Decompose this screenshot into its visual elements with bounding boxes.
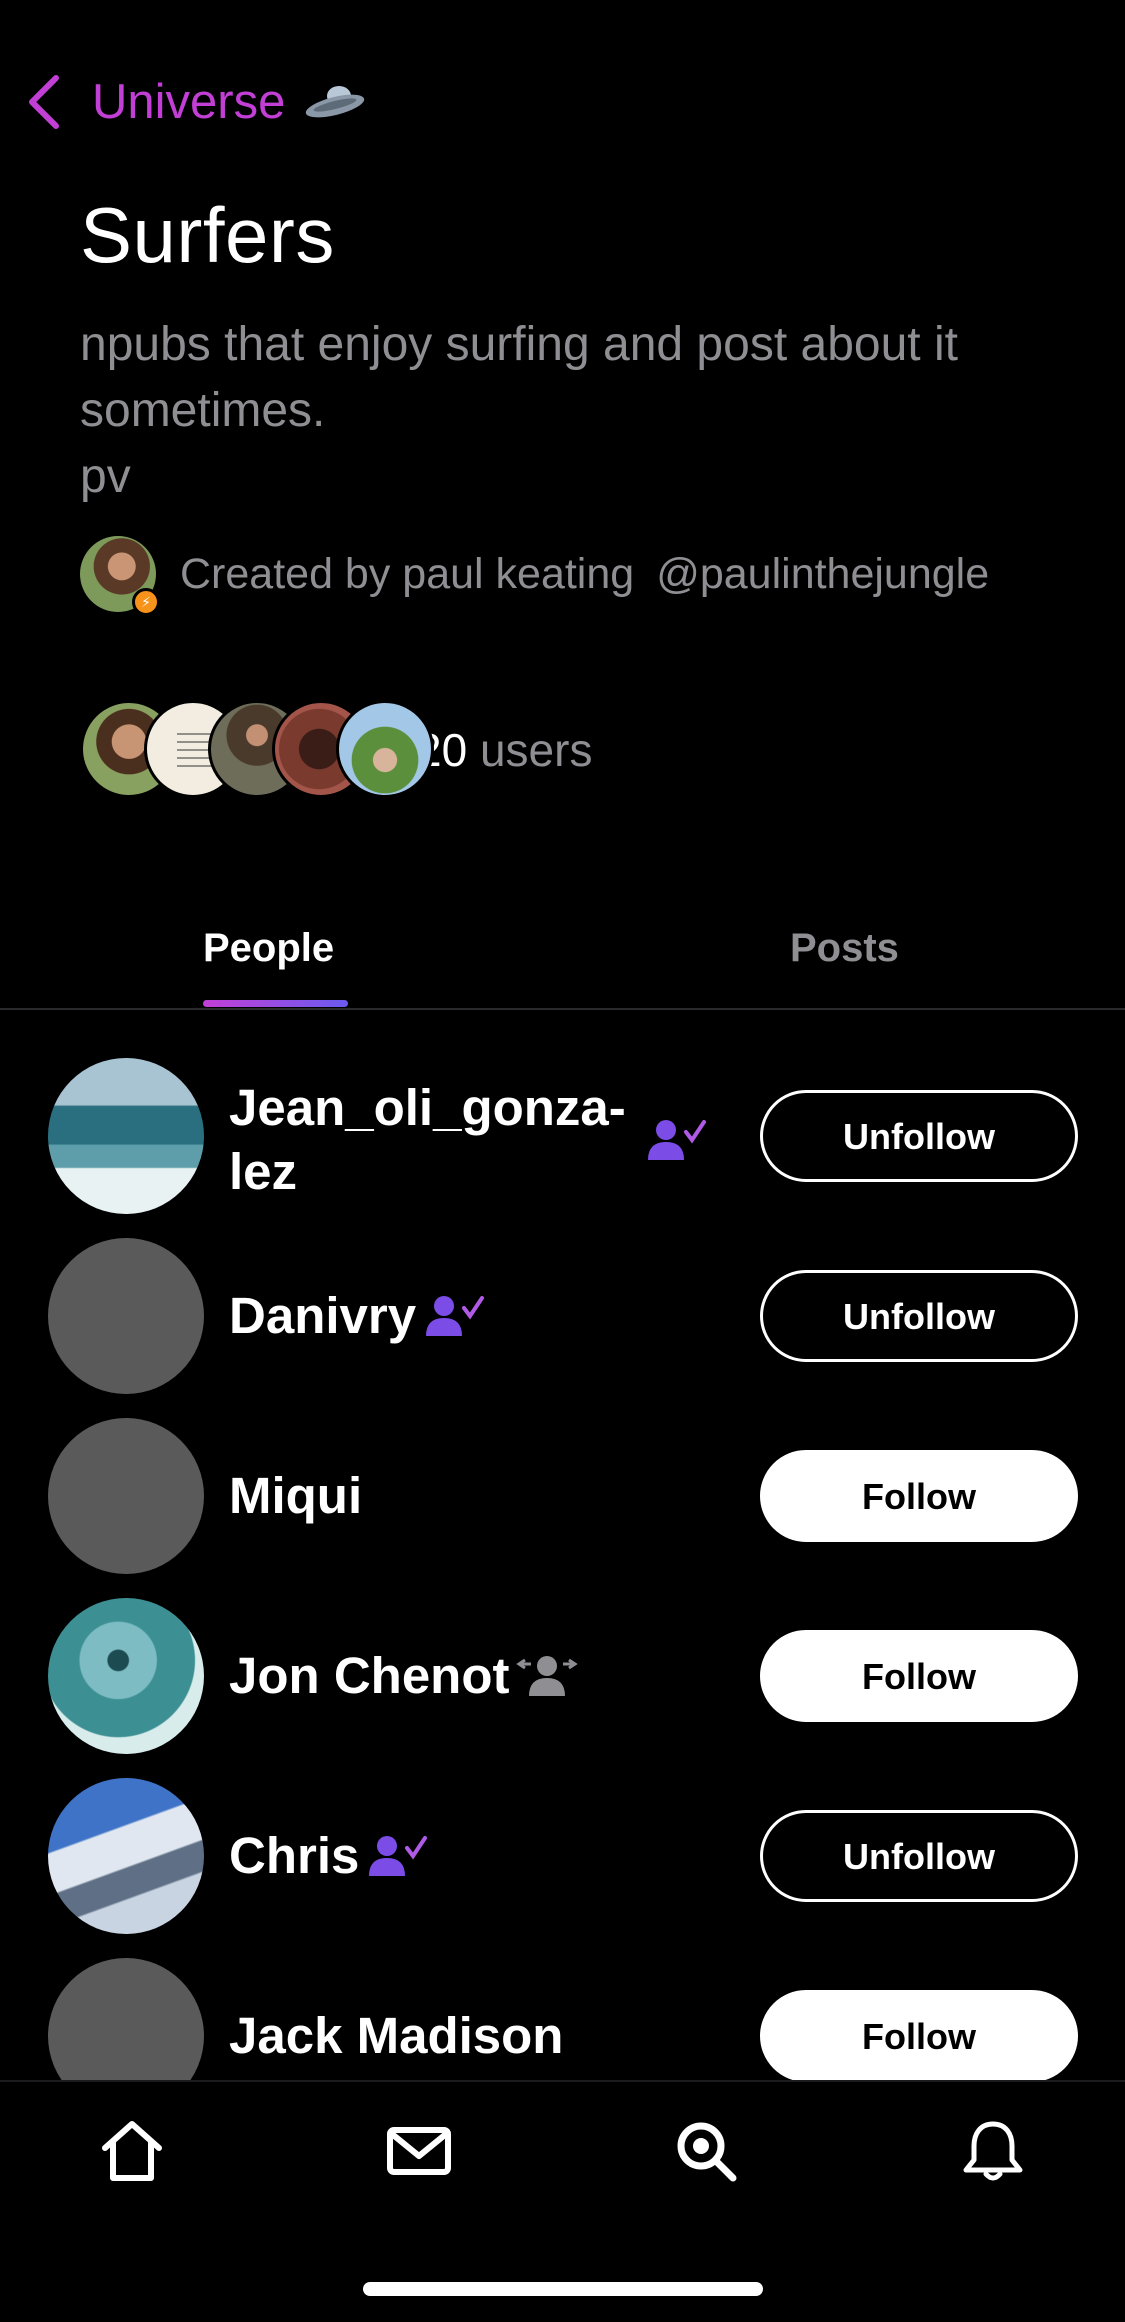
home-indicator[interactable]: [363, 2282, 763, 2296]
back-button[interactable]: Universe: [24, 72, 367, 132]
list-description: npubs that enjoy surfing and post about …: [80, 318, 958, 503]
tab-bar: People Posts: [0, 900, 1125, 1010]
list-item[interactable]: Chris Unfollow: [0, 1778, 1125, 1938]
members-summary[interactable]: 20 users: [80, 700, 592, 800]
user-name: Chris: [229, 1824, 429, 1888]
follow-button[interactable]: Follow: [760, 1990, 1078, 2080]
unfollow-button[interactable]: Unfollow: [760, 1810, 1078, 1902]
user-name-text: Miqui: [229, 1467, 363, 1524]
user-name: Jon Chenot: [229, 1644, 579, 1708]
avatar[interactable]: [48, 1778, 204, 1934]
user-name-text: Danivry: [229, 1287, 417, 1344]
avatar[interactable]: [48, 1958, 204, 2080]
avatar[interactable]: [48, 1598, 204, 1754]
user-name: Miqui: [229, 1464, 362, 1528]
user-name: Jean_oli_gonza- lez: [229, 1076, 626, 1204]
following-check-icon: [369, 1836, 428, 1876]
created-by-text: Created by paul keating: [180, 549, 635, 598]
avatar: [336, 700, 434, 798]
unfollow-button[interactable]: Unfollow: [760, 1270, 1078, 1362]
avatar[interactable]: [48, 1418, 204, 1574]
tab-people[interactable]: People: [203, 926, 334, 971]
list-title: Surfers: [80, 191, 335, 279]
avatar[interactable]: [48, 1238, 204, 1394]
flying-saucer-icon: [306, 86, 365, 118]
bell-icon[interactable]: [958, 2116, 1028, 2186]
user-name: Danivry: [229, 1284, 486, 1348]
list-item[interactable]: Miqui Follow: [0, 1418, 1125, 1578]
users-count-label: users: [479, 724, 593, 776]
list-item[interactable]: Jean_oli_gonza- lez Unfollow: [0, 1058, 1125, 1218]
search-icon[interactable]: [671, 2116, 741, 2186]
following-check-icon: [648, 1120, 706, 1160]
tab-posts[interactable]: Posts: [790, 926, 899, 971]
back-label: Universe: [92, 75, 286, 129]
follow-button[interactable]: Follow: [760, 1630, 1078, 1722]
list-item[interactable]: Jon Chenot Follow: [0, 1598, 1125, 1758]
home-icon[interactable]: [97, 2116, 167, 2186]
mail-icon[interactable]: [384, 2116, 454, 2186]
creator-info[interactable]: ⚡ Created by paul keating @paulinthejung…: [80, 536, 989, 616]
user-name: Jack Madison: [229, 2004, 563, 2068]
following-check-icon: [426, 1296, 485, 1336]
user-name-text: Jack Madison: [229, 2007, 564, 2064]
creator-avatar[interactable]: ⚡: [80, 536, 160, 616]
active-tab-indicator: [203, 1000, 348, 1007]
avatar[interactable]: [48, 1058, 204, 1214]
zap-badge-icon: ⚡: [132, 588, 160, 616]
user-name-text: Jon Chenot: [229, 1647, 510, 1704]
list-item[interactable]: Jack Madison Follow: [0, 1958, 1125, 2080]
user-name-line: Jean_oli_gonza-: [229, 1079, 626, 1136]
users-count: 20 users: [416, 723, 592, 777]
follow-button[interactable]: Follow: [760, 1450, 1078, 1542]
user-name-text: Chris: [229, 1827, 360, 1884]
member-avatar-stack: [80, 700, 434, 800]
list-item[interactable]: Danivry Unfollow: [0, 1238, 1125, 1398]
mutual-arrows-icon: [516, 1656, 579, 1696]
chevron-left-icon: [29, 75, 59, 129]
creator-handle[interactable]: @paulinthejungle: [656, 550, 989, 599]
user-name-line: lez: [229, 1143, 298, 1200]
unfollow-button[interactable]: Unfollow: [760, 1090, 1078, 1182]
